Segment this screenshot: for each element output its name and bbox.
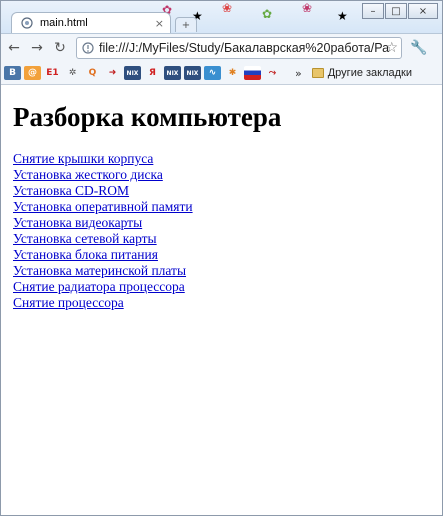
tab-close-icon[interactable]: × (155, 17, 164, 30)
forward-button[interactable]: → (27, 38, 47, 58)
list-item: Установка материнской платы (13, 263, 193, 279)
wrench-icon[interactable]: 🔧 (410, 40, 427, 56)
list-item: Установка сетевой карты (13, 231, 193, 247)
title-bar: ✿ ★ ❀ ✿ ❀ ★ main.html × + – □ × (1, 1, 442, 34)
page-content: Разборка компьютера Снятие крышки корпус… (1, 85, 442, 515)
bookmark-flag[interactable]: ▬ (244, 66, 261, 80)
other-bookmarks-folder[interactable]: Другие закладки (311, 67, 413, 79)
url-input[interactable] (99, 41, 389, 55)
link-remove-cpu-cooler[interactable]: Снятие радиатора процессора (13, 279, 185, 294)
page-icon (20, 16, 34, 30)
bookmark-nix-3[interactable]: NIX (184, 66, 201, 80)
bookmark-yandex[interactable]: Я (144, 66, 161, 80)
link-install-video-card[interactable]: Установка видеокарты (13, 215, 142, 230)
reload-button[interactable]: ↻ (50, 38, 70, 58)
bookmark-flower[interactable]: ✱ (224, 66, 241, 80)
page-icon (81, 41, 95, 55)
link-install-cdrom[interactable]: Установка CD-ROM (13, 183, 129, 198)
tab-title: main.html (40, 17, 88, 29)
reload-icon: ↻ (54, 40, 66, 56)
star-icon[interactable]: ☆ (385, 40, 398, 56)
window-controls: – □ × (361, 3, 438, 19)
back-button[interactable]: ← (4, 38, 24, 58)
list-item: Установка видеокарты (13, 215, 193, 231)
address-bar[interactable]: ☆ (76, 37, 402, 59)
links-list: Снятие крышки корпуса Установка жесткого… (13, 151, 193, 311)
link-install-motherboard[interactable]: Установка материнской платы (13, 263, 186, 278)
page-heading: Разборка компьютера (13, 102, 282, 132)
bookmark-wave[interactable]: ∿ (204, 66, 221, 80)
bookmark-nix-2[interactable]: NIX (164, 66, 181, 80)
tab-main[interactable]: main.html × (11, 12, 171, 33)
other-bookmarks-label: Другие закладки (327, 67, 413, 79)
link-remove-case-cover[interactable]: Снятие крышки корпуса (13, 151, 153, 166)
bookmark-curve[interactable]: ⤳ (264, 66, 281, 80)
new-tab-button[interactable]: + (175, 17, 197, 32)
list-item: Снятие процессора (13, 295, 193, 311)
list-item: Снятие радиатора процессора (13, 279, 193, 295)
bookmark-arrow[interactable]: ➜ (104, 66, 121, 80)
plus-icon: + (181, 19, 191, 31)
maximize-button[interactable]: □ (385, 3, 407, 19)
arrow-left-icon: ← (8, 40, 20, 56)
bookmark-e1[interactable]: E1 (44, 66, 61, 80)
link-remove-cpu[interactable]: Снятие процессора (13, 295, 124, 310)
bookmark-q[interactable]: Q (84, 66, 101, 80)
close-window-button[interactable]: × (408, 3, 438, 19)
link-install-ram[interactable]: Установка оперативной памяти (13, 199, 193, 214)
bookmark-mail[interactable]: @ (24, 66, 41, 80)
arrow-right-icon: → (31, 40, 43, 56)
link-install-hdd[interactable]: Установка жесткого диска (13, 167, 163, 182)
navigation-toolbar: ← → ↻ ☆ 🔧 (1, 34, 442, 62)
list-item: Установка оперативной памяти (13, 199, 193, 215)
bookmark-nix-1[interactable]: NIX (124, 66, 141, 80)
list-item: Установка жесткого диска (13, 167, 193, 183)
bookmarks-overflow-button[interactable]: » (295, 67, 302, 80)
bookmarks-bar: В @ E1 ✲ Q ➜ NIX Я NIX NIX ∿ ✱ ▬ ⤳ » Дру… (1, 62, 442, 85)
list-item: Снятие крышки корпуса (13, 151, 193, 167)
minimize-button[interactable]: – (362, 3, 384, 19)
list-item: Установка блока питания (13, 247, 193, 263)
link-install-network-card[interactable]: Установка сетевой карты (13, 231, 157, 246)
link-install-power-supply[interactable]: Установка блока питания (13, 247, 158, 262)
folder-icon (311, 68, 324, 78)
list-item: Установка CD-ROM (13, 183, 193, 199)
bookmark-vk[interactable]: В (4, 66, 21, 80)
bookmark-gear[interactable]: ✲ (64, 66, 81, 80)
browser-window: ✿ ★ ❀ ✿ ❀ ★ main.html × + – □ × ← → ↻ fi… (0, 0, 443, 516)
